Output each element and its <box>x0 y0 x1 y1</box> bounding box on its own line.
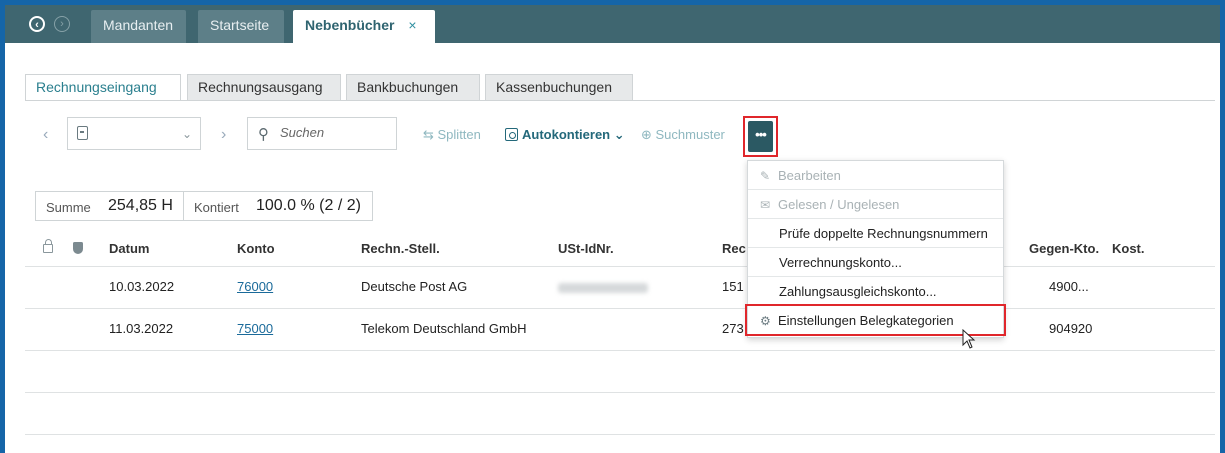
search-input[interactable] <box>280 125 390 140</box>
mouse-cursor-icon <box>962 329 976 349</box>
search-box[interactable]: ⚲ <box>247 117 397 150</box>
pencil-icon: ✎ <box>760 169 771 183</box>
subtab-bankbuchungen[interactable]: Bankbuchungen <box>346 74 480 101</box>
lock-icon <box>43 239 53 253</box>
divider <box>183 192 184 220</box>
menu-item-label: Gelesen / Ungelesen <box>778 197 900 212</box>
shield-icon <box>73 242 83 254</box>
column-header[interactable]: Gegen-Kto. <box>1029 241 1099 256</box>
document-category-select[interactable]: ⌄ <box>67 117 201 150</box>
autokontieren-button[interactable]: Autokontieren ⌄ <box>505 127 625 143</box>
suchmuster-label: Suchmuster <box>655 127 725 142</box>
menu-item-pruefe-doppelte[interactable]: Prüfe doppelte Rechnungsnummern <box>748 219 1003 248</box>
autokontieren-label: Autokontieren <box>522 127 611 142</box>
rechnsteller-cell: Deutsche Post AG <box>361 279 468 294</box>
column-header[interactable]: Rechn.-Stell. <box>361 241 440 256</box>
menu-item-gelesen-ungelesen[interactable]: ✉ Gelesen / Ungelesen <box>748 190 1003 219</box>
datum-cell: 10.03.2022 <box>109 279 175 294</box>
menu-item-label: Bearbeiten <box>778 168 841 183</box>
rechnr-cell: 273 <box>722 321 744 336</box>
more-options-button[interactable]: ••• <box>748 121 773 152</box>
gegenkto-cell: 904920 <box>1049 321 1093 336</box>
menu-item-verrechnungskonto[interactable]: Verrechnungskonto... <box>748 248 1003 277</box>
ustid-cell-redacted <box>558 279 648 294</box>
kontiert-value: 100.0 % (2 / 2) <box>256 197 361 214</box>
summe-value: 254,85 H <box>108 197 173 214</box>
datum-cell: 11.03.2022 <box>109 321 174 336</box>
table-row[interactable]: 11.03.2022 75000 Telekom Deutschland Gmb… <box>25 309 1215 351</box>
subtab-rechnungseingang[interactable]: Rechnungseingang <box>25 74 181 101</box>
chevron-down-icon: ⌄ <box>181 127 192 141</box>
table-header: Datum Konto Rechn.-Stell. USt-IdNr. Rec … <box>25 233 1215 267</box>
app-window: ‹ › Mandanten Startseite Nebenbücher × R… <box>0 0 1225 453</box>
kontiert-label: Kontiert <box>194 200 239 215</box>
split-label: Splitten <box>437 127 481 142</box>
rechnsteller-cell: Telekom Deutschland GmbH <box>361 321 527 336</box>
column-header[interactable]: Datum <box>109 241 149 256</box>
subtab-bar: Rechnungseingang Rechnungsausgang Bankbu… <box>5 43 1220 105</box>
gegenkto-cell: 4900... <box>1049 279 1089 294</box>
column-header[interactable]: Kost. <box>1112 241 1145 256</box>
plus-circle-icon: ⊕ <box>641 127 656 142</box>
tab-mandanten[interactable]: Mandanten <box>91 10 186 43</box>
close-icon[interactable]: × <box>408 17 416 33</box>
document-icon <box>77 126 88 140</box>
subtab-rechnungsausgang[interactable]: Rechnungsausgang <box>187 74 341 101</box>
column-header[interactable]: Konto <box>237 241 275 256</box>
nav-forward-icon[interactable]: › <box>54 16 70 32</box>
divider <box>25 100 1215 101</box>
menu-item-bearbeiten[interactable]: ✎ Bearbeiten <box>748 161 1003 190</box>
tab-startseite[interactable]: Startseite <box>198 10 284 43</box>
table-row-empty <box>25 351 1215 393</box>
rechnr-cell: 151 <box>722 279 744 294</box>
suchmuster-button[interactable]: ⊕ Suchmuster <box>641 127 725 143</box>
next-document-icon[interactable]: › <box>221 126 226 144</box>
tab-label: Nebenbücher <box>305 17 395 33</box>
konto-link[interactable]: 75000 <box>237 321 273 336</box>
top-bar: ‹ › Mandanten Startseite Nebenbücher × <box>5 5 1220 43</box>
column-header[interactable]: USt-IdNr. <box>558 241 614 256</box>
tab-label: Startseite <box>210 17 270 33</box>
konto-link[interactable]: 76000 <box>237 279 273 294</box>
table-row-empty <box>25 393 1215 435</box>
summe-label: Summe <box>46 200 91 215</box>
column-header[interactable]: Rec <box>722 241 746 256</box>
table-row[interactable]: 10.03.2022 76000 Deutsche Post AG 151 49… <box>25 267 1215 309</box>
split-button[interactable]: ⇆ Splitten <box>423 127 481 143</box>
search-icon: ⚲ <box>258 126 269 143</box>
previous-document-icon[interactable]: ‹ <box>43 126 48 144</box>
subtab-kassenbuchungen[interactable]: Kassenbuchungen <box>485 74 633 101</box>
tab-label: Mandanten <box>103 17 174 33</box>
autokontieren-icon <box>505 128 518 141</box>
menu-item-zahlungsausgleichskonto[interactable]: Zahlungsausgleichskonto... <box>748 277 1003 306</box>
nav-back-icon[interactable]: ‹ <box>29 16 45 32</box>
split-icon: ⇆ <box>423 127 438 142</box>
summary-box: Summe 254,85 H Kontiert 100.0 % (2 / 2) <box>35 191 373 221</box>
chevron-down-icon: ⌄ <box>613 127 625 142</box>
envelope-icon: ✉ <box>760 198 771 212</box>
tab-nebenbuecher[interactable]: Nebenbücher × <box>293 10 435 43</box>
